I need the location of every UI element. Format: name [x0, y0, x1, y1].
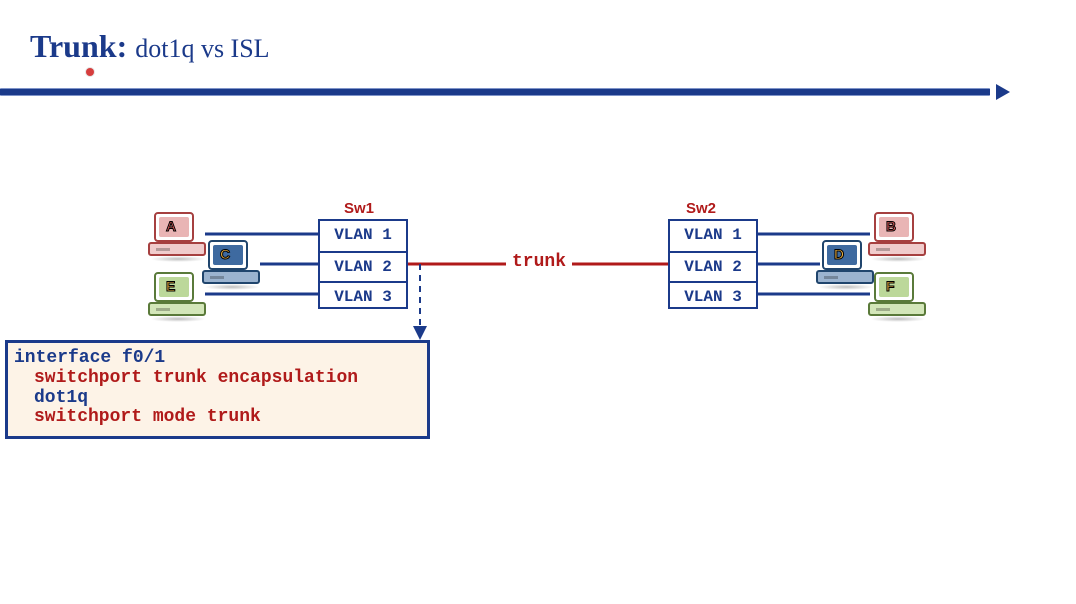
sw1-vlan2: VLAN 2	[320, 251, 406, 281]
sw1-vlan3: VLAN 3	[320, 281, 406, 311]
host-f: F	[868, 272, 928, 322]
host-d-letter: D	[834, 246, 844, 262]
switch2: VLAN 1 VLAN 2 VLAN 3	[668, 219, 758, 309]
switch1: VLAN 1 VLAN 2 VLAN 3	[318, 219, 408, 309]
host-c: C	[202, 240, 262, 290]
sw2-vlan3: VLAN 3	[670, 281, 756, 311]
cli-config-box: interface f0/1 switchport trunk encapsul…	[5, 340, 430, 439]
cli-line-1: interface f0/1	[14, 349, 419, 369]
switch1-label: Sw1	[344, 200, 374, 217]
title-main: Trunk:	[30, 28, 127, 64]
slide-root: Trunk: dot1q vs ISL Sw1 Sw2 VLAN 1 VLAN …	[0, 0, 1076, 604]
title-sub: dot1q vs ISL	[135, 34, 269, 63]
sw2-vlan2: VLAN 2	[670, 251, 756, 281]
switch2-label: Sw2	[686, 200, 716, 217]
sw2-vlan1: VLAN 1	[670, 221, 756, 251]
host-d: D	[816, 240, 876, 290]
cli-line-2-cmd: switchport trunk encapsulation	[34, 368, 358, 388]
title-divider	[0, 88, 1000, 94]
slide-title: Trunk: dot1q vs ISL	[30, 28, 270, 65]
cli-line-2-keyword: dot1q	[34, 388, 88, 408]
trunk-label: trunk	[506, 252, 572, 272]
host-e-letter: E	[166, 278, 175, 294]
host-a-letter: A	[166, 218, 176, 234]
host-b: B	[868, 212, 928, 262]
host-e: E	[148, 272, 208, 322]
host-b-letter: B	[886, 218, 896, 234]
cli-line-2: switchport trunk encapsulation dot1q	[34, 369, 419, 409]
host-c-letter: C	[220, 246, 230, 262]
laser-pointer-icon	[86, 68, 96, 78]
sw1-vlan1: VLAN 1	[320, 221, 406, 251]
cli-line-3: switchport mode trunk	[34, 408, 419, 428]
host-a: A	[148, 212, 208, 262]
host-f-letter: F	[886, 278, 895, 294]
